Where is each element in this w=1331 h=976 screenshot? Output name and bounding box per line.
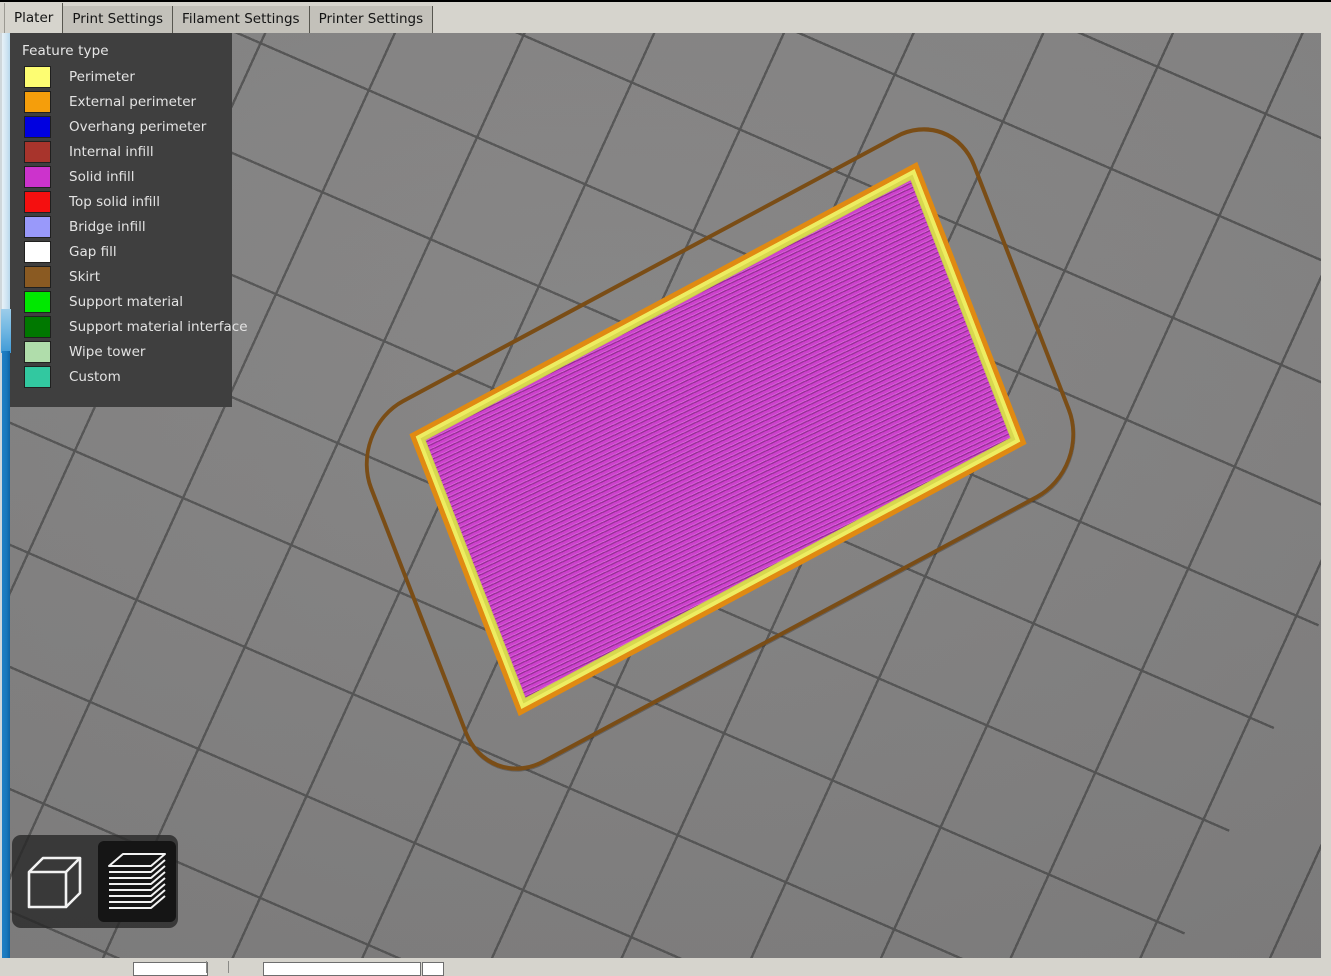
feature-type-legend: Feature type Perimeter External perimete… — [8, 33, 248, 407]
tab-filament-settings[interactable]: Filament Settings — [173, 6, 310, 33]
legend-item-external-perimeter[interactable]: External perimeter — [8, 89, 232, 114]
legend-label-internal-infill: Internal infill — [69, 143, 154, 160]
legend-swatch-bridge-infill — [24, 215, 51, 238]
legend-item-gap-fill[interactable]: Gap fill — [8, 239, 232, 264]
tab-plater-label: Plater — [14, 10, 54, 26]
slic3r-window: Plater Print Settings Filament Settings … — [0, 0, 1331, 976]
bottom-spinner[interactable] — [422, 962, 444, 976]
bottom-toolbar — [0, 958, 1331, 976]
legend-item-support-material-interface[interactable]: Support material interface — [8, 314, 248, 339]
legend-swatch-skirt — [24, 265, 51, 288]
tab-print-settings-label: Print Settings — [72, 11, 164, 27]
legend-label-custom: Custom — [69, 368, 121, 385]
tab-filament-settings-label: Filament Settings — [182, 11, 300, 27]
legend-item-perimeter[interactable]: Perimeter — [8, 64, 232, 89]
layers-icon — [105, 850, 169, 914]
legend-swatch-overhang-perimeter — [24, 115, 51, 138]
legend-label-perimeter: Perimeter — [69, 68, 135, 85]
legend-label-wipe-tower: Wipe tower — [69, 343, 146, 360]
layer-slider-track-upper[interactable] — [2, 33, 10, 313]
legend-item-wipe-tower[interactable]: Wipe tower — [8, 339, 232, 364]
tab-print-settings[interactable]: Print Settings — [63, 6, 174, 33]
3d-preview-viewport[interactable]: Feature type Perimeter External perimete… — [0, 33, 1321, 958]
legend-label-gap-fill: Gap fill — [69, 243, 117, 260]
legend-swatch-support-material — [24, 290, 51, 313]
legend-swatch-external-perimeter — [24, 90, 51, 113]
legend-item-top-solid-infill[interactable]: Top solid infill — [8, 189, 232, 214]
viewport-right-border — [1321, 33, 1331, 958]
legend-label-skirt: Skirt — [69, 268, 100, 285]
legend-item-overhang-perimeter[interactable]: Overhang perimeter — [8, 114, 232, 139]
legend-item-bridge-infill[interactable]: Bridge infill — [8, 214, 232, 239]
legend-label-top-solid-infill: Top solid infill — [69, 193, 161, 210]
view-mode-toolbar — [12, 835, 178, 928]
legend-label-bridge-infill: Bridge infill — [69, 218, 146, 235]
legend-swatch-internal-infill — [24, 140, 51, 163]
view-mode-preview-layers-button[interactable] — [98, 841, 176, 922]
legend-label-support-material-interface: Support material interface — [69, 318, 248, 335]
legend-label-solid-infill: Solid infill — [69, 168, 135, 185]
legend-swatch-solid-infill — [24, 165, 51, 188]
bottom-separator-1 — [206, 961, 207, 973]
legend-swatch-support-material-interface — [24, 315, 51, 338]
layer-slider-track-lower[interactable] — [2, 351, 10, 958]
bottom-field-right[interactable] — [263, 962, 421, 976]
legend-swatch-perimeter — [24, 65, 51, 88]
tab-plater[interactable]: Plater — [4, 3, 64, 33]
legend-label-support-material: Support material — [69, 293, 184, 310]
layer-range-slider[interactable] — [0, 33, 12, 958]
tab-strip: Plater Print Settings Filament Settings … — [0, 2, 434, 33]
legend-item-internal-infill[interactable]: Internal infill — [8, 139, 232, 164]
legend-swatch-wipe-tower — [24, 340, 51, 363]
tab-printer-settings[interactable]: Printer Settings — [309, 6, 434, 33]
legend-label-external-perimeter: External perimeter — [69, 93, 197, 110]
legend-item-solid-infill[interactable]: Solid infill — [8, 164, 232, 189]
view-mode-3d-editor-button[interactable] — [16, 841, 94, 922]
legend-swatch-custom — [24, 365, 51, 388]
bottom-separator-2 — [228, 961, 229, 973]
bottom-field-left[interactable] — [133, 962, 208, 976]
legend-title: Feature type — [22, 43, 109, 59]
legend-item-custom[interactable]: Custom — [8, 364, 232, 389]
legend-swatch-top-solid-infill — [24, 190, 51, 213]
main-tab-bar: Plater Print Settings Filament Settings … — [0, 0, 1331, 33]
layer-slider-handle[interactable] — [1, 309, 11, 353]
cube-icon — [23, 850, 87, 914]
legend-item-support-material[interactable]: Support material — [8, 289, 232, 314]
legend-item-skirt[interactable]: Skirt — [8, 264, 232, 289]
tab-printer-settings-label: Printer Settings — [318, 11, 424, 27]
legend-label-overhang-perimeter: Overhang perimeter — [69, 118, 207, 135]
legend-swatch-gap-fill — [24, 240, 51, 263]
